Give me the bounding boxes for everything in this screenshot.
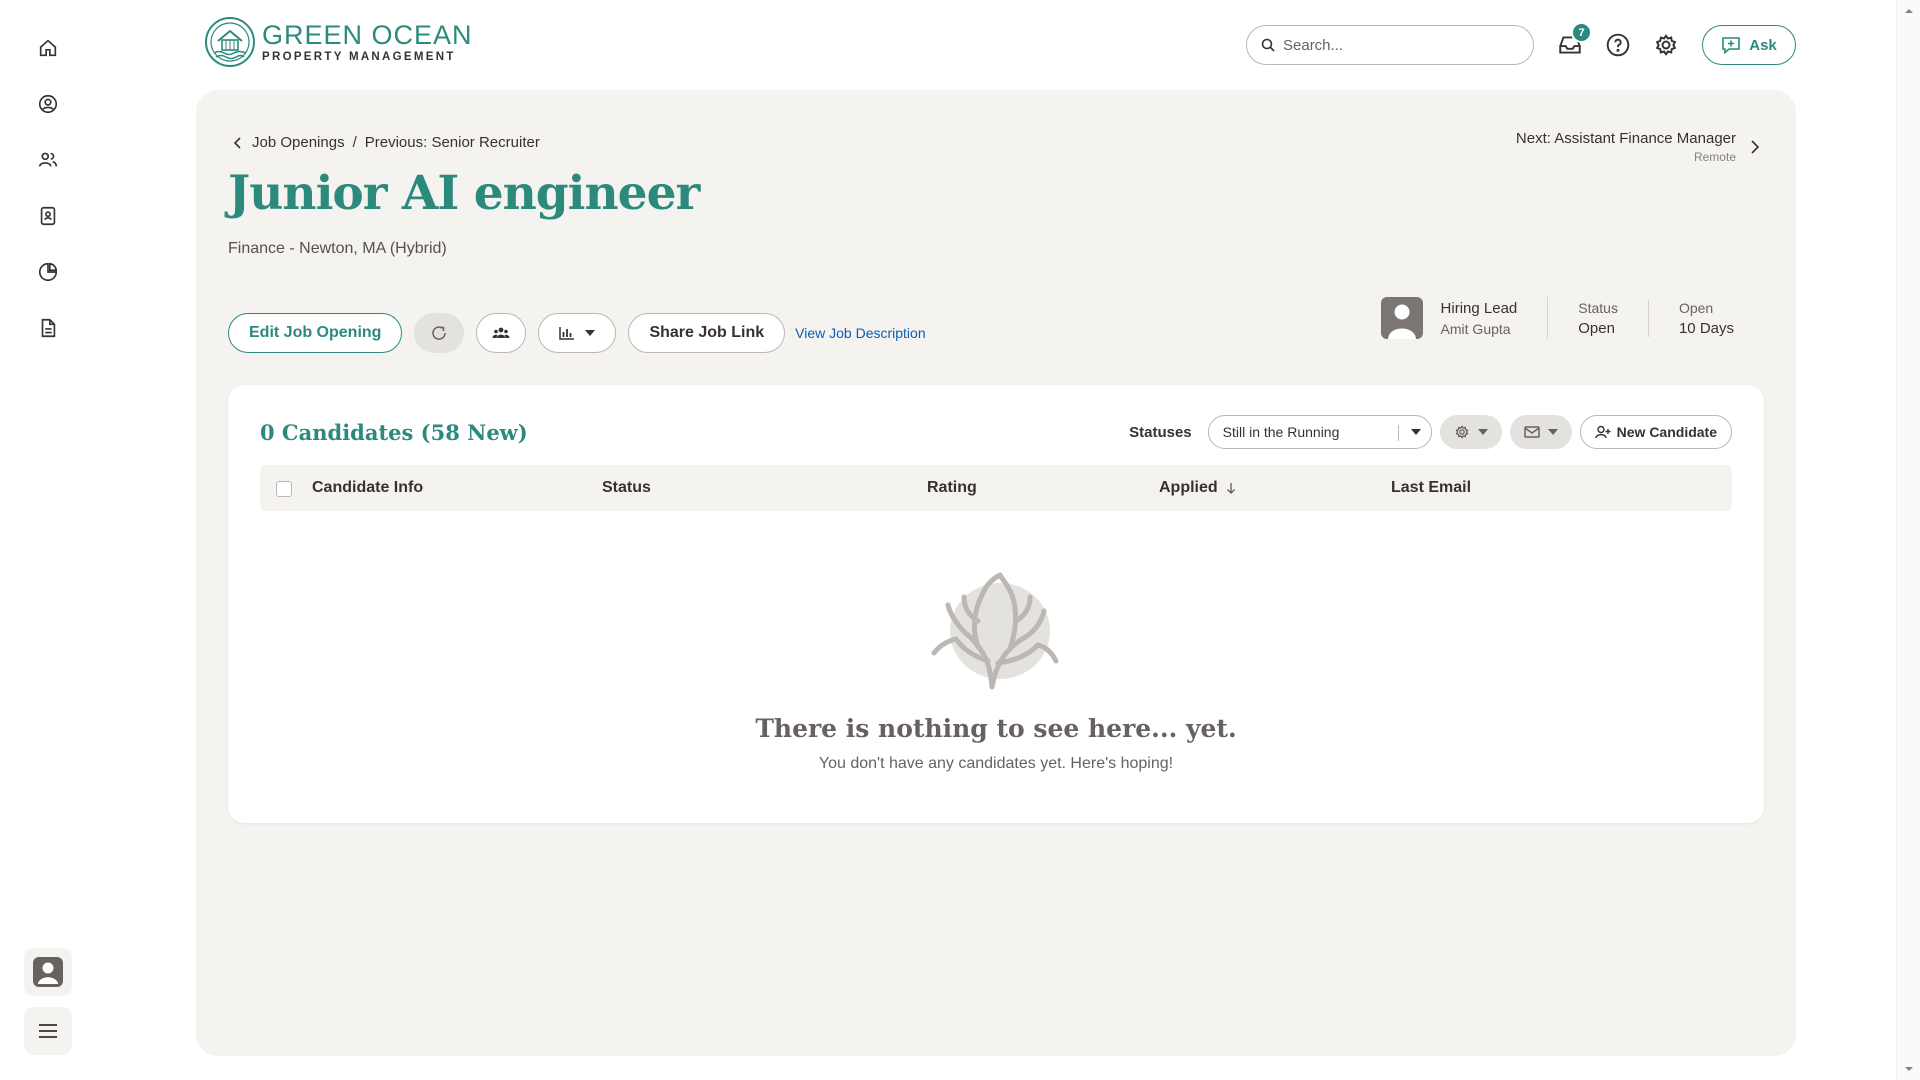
breadcrumb-separator: / [352, 134, 357, 151]
home-icon[interactable] [33, 33, 63, 63]
email-candidates-button[interactable] [1509, 415, 1572, 449]
page-scrollbar[interactable] [1896, 0, 1920, 1080]
select-all-checkbox[interactable] [276, 481, 292, 497]
status-label: Status [1578, 299, 1618, 316]
person-icon [1387, 304, 1416, 339]
ask-label: Ask [1749, 36, 1777, 54]
scroll-up-icon[interactable] [1897, 4, 1920, 18]
edit-job-opening-button[interactable]: Edit Job Opening [228, 313, 403, 353]
column-applied-label: Applied [1159, 479, 1218, 496]
breadcrumb-job-openings[interactable]: Job Openings [252, 134, 345, 151]
refresh-button[interactable] [414, 313, 465, 353]
status-summary: Status Open [1548, 300, 1648, 337]
column-applied[interactable]: Applied [1159, 479, 1236, 497]
caret-down-icon [1410, 429, 1421, 435]
hiring-lead-avatar [1380, 297, 1423, 339]
job-opening-panel: Job Openings / Previous: Senior Recruite… [196, 90, 1796, 1056]
column-candidate-info[interactable]: Candidate Info [312, 479, 423, 497]
company-logo[interactable]: GREEN OCEAN PROPERTY MANAGEMENT [204, 16, 473, 68]
candidate-filters: Statuses Still in the Running New Candid… [1129, 415, 1732, 449]
bar-chart-icon [559, 327, 575, 340]
previous-job-link[interactable]: Previous: Senior Recruiter [365, 134, 540, 151]
logo-icon [205, 17, 255, 67]
add-user-icon [1594, 425, 1611, 439]
brand-tagline: PROPERTY MANAGEMENT [262, 50, 456, 63]
breadcrumb: Job Openings / Previous: Senior Recruite… [232, 134, 540, 151]
new-candidate-button[interactable]: New Candidate [1579, 415, 1732, 449]
open-label: Open [1678, 299, 1714, 316]
status-value: Open [1578, 319, 1615, 337]
candidates-card: 0 Candidates (58 New) Statuses Still in … [228, 385, 1764, 823]
job-location: Finance - Newton, MA (Hybrid) [228, 240, 447, 257]
chevron-left-icon[interactable] [232, 136, 244, 150]
reports-icon[interactable] [33, 257, 63, 287]
view-job-description-link[interactable]: View Job Description [795, 325, 925, 341]
hiring-lead-name: Amit Gupta [1440, 320, 1511, 337]
select-divider [1397, 425, 1399, 441]
reports-dropdown-button[interactable] [538, 313, 617, 353]
gear-icon [1455, 425, 1469, 439]
hiring-lead: Hiring Lead Amit Gupta [1380, 297, 1549, 339]
open-days-value: 10 Days [1678, 319, 1734, 337]
new-candidate-label: New Candidate [1616, 424, 1717, 440]
menu-button[interactable] [24, 1007, 72, 1055]
open-days-summary: Open 10 Days [1647, 299, 1734, 337]
logo-text: GREEN OCEAN PROPERTY MANAGEMENT [262, 19, 473, 63]
search-icon [1261, 38, 1275, 52]
search-box[interactable] [1246, 25, 1534, 65]
envelope-icon [1523, 426, 1540, 438]
caret-down-icon [585, 330, 596, 336]
status-filter-select[interactable]: Still in the Running [1207, 415, 1432, 449]
search-input[interactable] [1283, 36, 1523, 54]
ask-button[interactable]: Ask [1702, 25, 1796, 65]
settings-button[interactable] [1650, 29, 1682, 61]
team-icon [492, 327, 510, 338]
column-last-email[interactable]: Last Email [1391, 479, 1471, 497]
column-status[interactable]: Status [602, 479, 651, 497]
candidates-table-header: Candidate Info Status Rating Applied Las… [260, 465, 1732, 511]
inbox-badge: 7 [1571, 22, 1592, 43]
share-job-link-button[interactable]: Share Job Link [628, 313, 786, 353]
inbox-button[interactable]: 7 [1554, 22, 1592, 61]
candidates-count: 0 Candidates (58 New) [260, 420, 528, 445]
help-button[interactable] [1602, 29, 1634, 61]
job-actions: Edit Job Opening Share Job Link View Job… [228, 313, 926, 353]
status-filter-value: Still in the Running [1222, 424, 1340, 440]
directory-icon[interactable] [33, 201, 63, 231]
next-job-title: Next: Assistant Finance Manager [1515, 130, 1736, 147]
ask-icon [1722, 37, 1741, 55]
chevron-right-icon [1751, 140, 1760, 154]
avatar-icon [33, 957, 63, 987]
caret-down-icon [1477, 429, 1488, 435]
next-job-location: Remote [1693, 150, 1736, 164]
user-avatar[interactable] [24, 948, 72, 996]
left-sidebar [0, 0, 96, 1080]
candidate-settings-button[interactable] [1439, 415, 1502, 449]
scroll-down-icon[interactable] [1897, 1062, 1920, 1076]
coral-illustration-icon [931, 572, 1059, 690]
brand-name: GREEN OCEAN [262, 19, 473, 50]
people-icon[interactable] [33, 145, 63, 175]
page-title: Junior AI engineer [228, 166, 700, 221]
gear-icon [1655, 34, 1677, 56]
sort-down-icon [1226, 483, 1235, 494]
refresh-icon [432, 326, 447, 340]
hamburger-icon [39, 1024, 57, 1038]
empty-state: There is nothing to see here... yet. You… [228, 565, 1764, 773]
job-summary: Hiring Lead Amit Gupta Status Open Open … [1380, 284, 1734, 352]
team-button[interactable] [476, 313, 527, 353]
hiring-lead-label: Hiring Lead [1440, 299, 1518, 317]
next-job-link[interactable]: Next: Assistant Finance Manager Remote [1516, 130, 1760, 164]
statuses-label: Statuses [1129, 423, 1192, 441]
empty-state-title: There is nothing to see here... yet. [755, 714, 1237, 743]
caret-down-icon [1547, 429, 1558, 435]
profile-icon[interactable] [33, 89, 63, 119]
documents-icon[interactable] [33, 313, 63, 343]
empty-state-message: You don't have any candidates yet. Here'… [818, 755, 1174, 772]
help-icon [1606, 33, 1630, 57]
column-rating[interactable]: Rating [927, 479, 977, 497]
